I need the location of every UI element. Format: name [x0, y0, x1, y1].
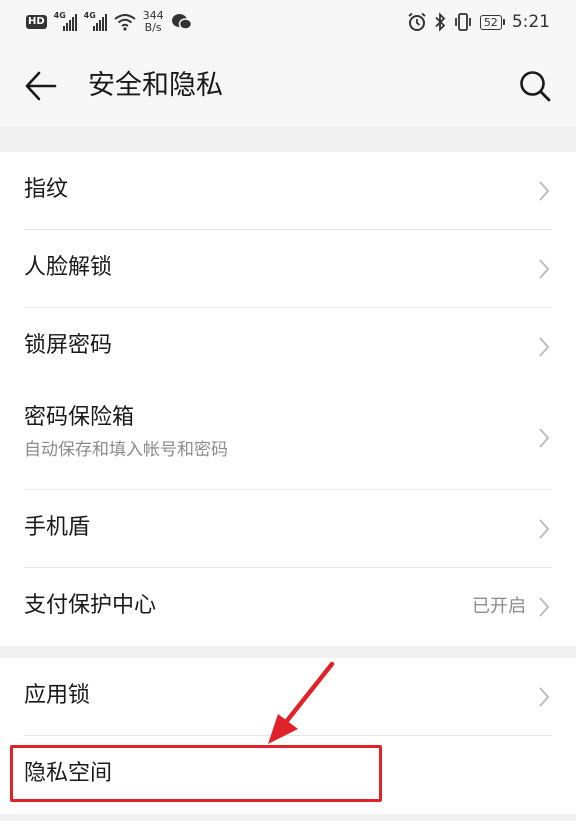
setting-label: 应用锁 [24, 683, 91, 708]
setting-label: 锁屏密码 [24, 333, 113, 358]
setting-subtitle: 自动保存和填入帐号和密码 [24, 440, 228, 460]
setting-label: 手机盾 [24, 515, 91, 540]
status-bar: HD 4G 4G 344 B/s 52 5:21 [0, 0, 576, 44]
search-icon[interactable] [518, 69, 552, 103]
chevron-right-icon [539, 259, 550, 279]
battery-icon: 52 [479, 14, 505, 30]
alarm-icon [408, 12, 426, 31]
settings-group-unlock: 指纹 人脸解锁 锁屏密码 [0, 152, 576, 386]
setting-fingerprint[interactable]: 指纹 [0, 152, 576, 230]
page-title: 安全和隐私 [88, 70, 223, 101]
wechat-icon [171, 14, 192, 30]
top-app-bar: 安全和隐私 [0, 44, 576, 126]
setting-lock-screen-password[interactable]: 锁屏密码 [0, 308, 576, 386]
setting-password-vault[interactable]: 密码保险箱 自动保存和填入帐号和密码 [0, 386, 576, 490]
setting-label: 支付保护中心 [24, 593, 157, 618]
chevron-right-icon [539, 337, 550, 357]
setting-face-unlock[interactable]: 人脸解锁 [0, 230, 576, 308]
chevron-right-icon [539, 428, 550, 448]
chevron-right-icon [539, 519, 550, 539]
wifi-icon [114, 14, 136, 31]
setting-phone-shield[interactable]: 手机盾 [0, 490, 576, 568]
settings-group-security: 密码保险箱 自动保存和填入帐号和密码 手机盾 支付保护中心 已开启 [0, 386, 576, 646]
back-arrow-icon[interactable] [24, 69, 58, 103]
setting-payment-protection[interactable]: 支付保护中心 已开启 [0, 568, 576, 646]
signal-icon-2: 4G [84, 11, 107, 31]
chevron-right-icon [539, 687, 550, 707]
clock: 5:21 [511, 12, 550, 32]
bluetooth-icon [435, 12, 446, 32]
chevron-right-icon [539, 181, 550, 201]
signal-icon: 4G [54, 11, 77, 31]
highlight-box [10, 745, 382, 802]
setting-label: 密码保险箱 [24, 405, 135, 430]
setting-label: 指纹 [24, 177, 69, 202]
hd-badge: HD [26, 15, 47, 29]
network-speed: 344 B/s [142, 9, 164, 34]
vibrate-icon [454, 13, 471, 31]
chevron-right-icon [539, 597, 550, 617]
setting-status-value: 已开启 [472, 596, 526, 617]
setting-app-lock[interactable]: 应用锁 [0, 658, 576, 736]
setting-label: 人脸解锁 [24, 255, 113, 280]
